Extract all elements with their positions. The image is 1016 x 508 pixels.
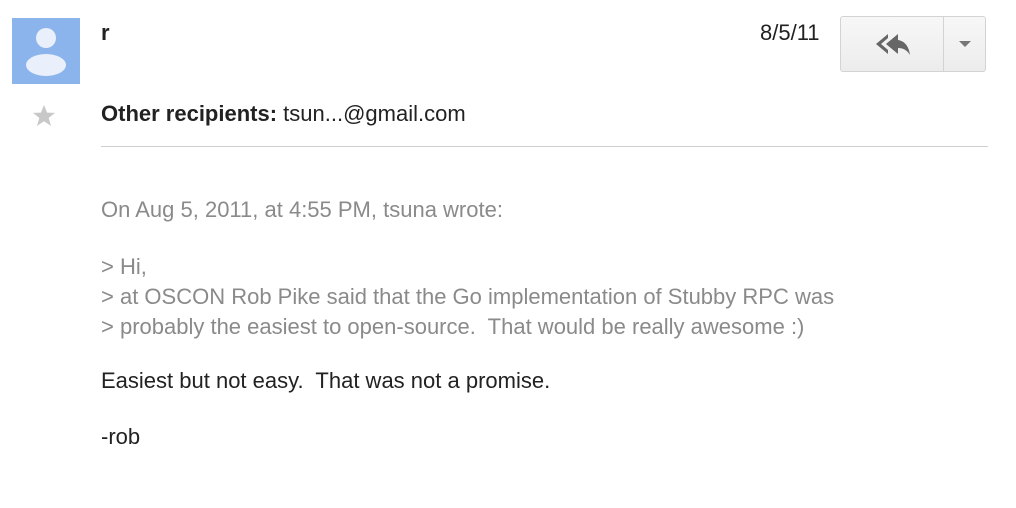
star-icon[interactable] (30, 102, 58, 130)
reply-button-group (840, 16, 986, 72)
quoted-text: > Hi, > at OSCON Rob Pike said that the … (101, 252, 834, 342)
quote-header: On Aug 5, 2011, at 4:55 PM, tsuna wrote: (101, 197, 503, 222)
more-actions-button[interactable] (944, 17, 986, 71)
avatar-body-shape (26, 54, 66, 76)
quoted-line: > at OSCON Rob Pike said that the Go imp… (101, 284, 835, 309)
avatar-head-shape (36, 28, 56, 48)
header-divider (101, 146, 988, 147)
reply-body: Easiest but not easy. That was not a pro… (101, 368, 551, 393)
quoted-line: > probably the easiest to open-source. T… (101, 314, 805, 339)
message-date: 8/5/11 (760, 20, 820, 45)
chevron-down-icon (959, 41, 971, 47)
reply-all-button[interactable] (841, 17, 944, 71)
reply-all-icon (876, 34, 910, 55)
sender-name[interactable]: r (101, 20, 110, 46)
recipients-value: tsun...@gmail.com (283, 101, 466, 126)
sender-avatar (12, 18, 80, 84)
quoted-line: > Hi, (101, 254, 147, 279)
other-recipients: Other recipients: tsun...@gmail.com (101, 101, 466, 127)
signature: -rob (101, 424, 141, 449)
recipients-label: Other recipients: (101, 101, 278, 126)
